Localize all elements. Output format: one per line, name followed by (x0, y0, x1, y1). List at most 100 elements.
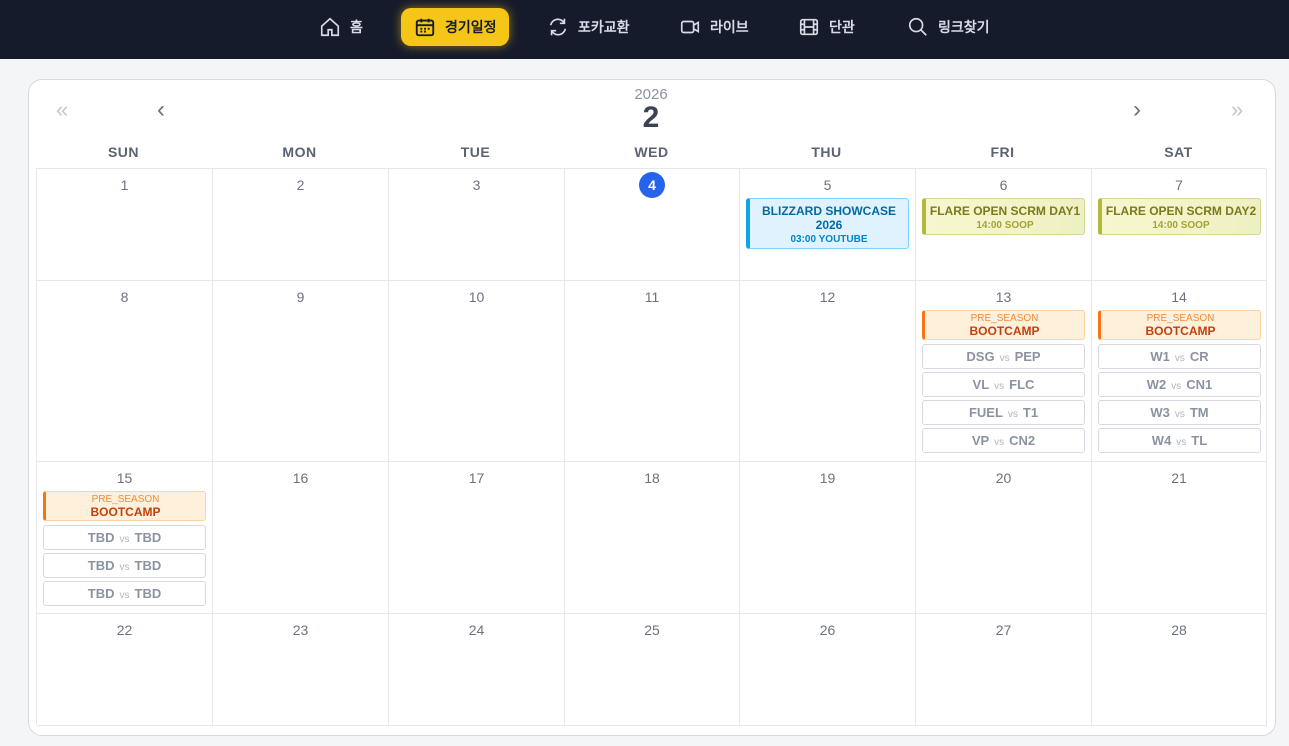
day-number: 28 (1171, 622, 1187, 638)
day-number: 25 (644, 622, 660, 638)
day-number: 12 (819, 289, 836, 305)
day-number: 13 (995, 289, 1012, 305)
event-card-bootcamp[interactable]: PRE_SEASON BOOTCAMP (922, 310, 1085, 340)
nav-home[interactable]: 홈 (318, 8, 363, 46)
calendar-month: 2 (642, 101, 660, 134)
day-cell-27[interactable]: 27 (916, 614, 1092, 726)
day-number: 17 (468, 470, 485, 486)
team-away: CN2 (1009, 433, 1036, 448)
day-cell-1[interactable]: 1 (37, 169, 213, 281)
day-cell-4[interactable]: 4 (565, 169, 740, 281)
day-number: 24 (468, 622, 485, 638)
vs-label: vs (994, 381, 1005, 392)
event-tag: PRE_SEASON (1146, 313, 1215, 324)
match-card[interactable]: VL vs FLC (922, 372, 1085, 397)
day-cell-20[interactable]: 20 (916, 462, 1092, 614)
calendar-grid: 1 2 3 4 5 BLIZZARD SHOWCASE 2026 03:00 YOUTUBE… (36, 168, 1267, 726)
day-cell-3[interactable]: 3 (389, 169, 565, 281)
team-away: TBD (134, 530, 162, 545)
weekday-fri: FRI (990, 144, 1015, 160)
day-cell-18[interactable]: 18 (565, 462, 740, 614)
team-away: CN1 (1186, 377, 1213, 392)
match-card[interactable]: FUEL vs T1 (922, 400, 1085, 425)
nav-schedule[interactable]: 경기일정 (401, 8, 509, 46)
day-cell-5[interactable]: 5 BLIZZARD SHOWCASE 2026 03:00 YOUTUBE (740, 169, 916, 281)
nav-live[interactable]: 라이브 (678, 8, 749, 46)
team-home: TBD (87, 530, 115, 545)
event-card-bootcamp[interactable]: PRE_SEASON BOOTCAMP (43, 491, 206, 521)
search-icon (906, 15, 930, 39)
nav-find-link[interactable]: 링크찾기 (906, 8, 990, 46)
day-cell-22[interactable]: 22 (37, 614, 213, 726)
nav-card-exchange-label: 포카교환 (578, 19, 630, 35)
event-title: BLIZZARD SHOWCASE 2026 (762, 204, 896, 232)
match-card[interactable]: W2 vs CN1 (1098, 372, 1261, 397)
event-card-showcase[interactable]: BLIZZARD SHOWCASE 2026 03:00 YOUTUBE (746, 198, 909, 249)
day-number: 23 (292, 622, 309, 638)
day-cell-10[interactable]: 10 (389, 281, 565, 462)
event-tag: PRE_SEASON (970, 313, 1039, 324)
team-away: FLC (1009, 377, 1035, 392)
day-cell-13[interactable]: 13 PRE_SEASON BOOTCAMP DSG vs PEP VL vs FLC FUEL v… (916, 281, 1092, 462)
match-card[interactable]: TBD vs TBD (43, 553, 206, 578)
day-number: 22 (116, 622, 133, 638)
day-cell-12[interactable]: 12 (740, 281, 916, 462)
team-home: VL (972, 377, 990, 392)
match-card[interactable]: DSG vs PEP (922, 344, 1085, 369)
match-card[interactable]: TBD vs TBD (43, 581, 206, 606)
day-number: 11 (644, 289, 660, 305)
match-card[interactable]: VP vs CN2 (922, 428, 1085, 453)
day-cell-19[interactable]: 19 (740, 462, 916, 614)
team-home: TBD (87, 586, 115, 601)
vs-label: vs (999, 353, 1010, 364)
prev-year-button[interactable]: « (56, 96, 68, 124)
match-card[interactable]: W1 vs CR (1098, 344, 1261, 369)
day-cell-11[interactable]: 11 (565, 281, 740, 462)
day-number: 14 (1171, 289, 1187, 305)
day-cell-24[interactable]: 24 (389, 614, 565, 726)
team-away: CR (1189, 349, 1209, 364)
next-month-button[interactable]: › (1133, 96, 1141, 124)
match-card[interactable]: W3 vs TM (1098, 400, 1261, 425)
exchange-icon (546, 15, 570, 39)
team-home: VP (971, 433, 990, 448)
weekday-sat: SAT (1164, 144, 1193, 160)
day-number: 3 (472, 177, 481, 193)
day-cell-9[interactable]: 9 (213, 281, 389, 462)
day-cell-2[interactable]: 2 (213, 169, 389, 281)
match-card[interactable]: TBD vs TBD (43, 525, 206, 550)
team-away: TM (1189, 405, 1209, 420)
day-cell-23[interactable]: 23 (213, 614, 389, 726)
day-cell-15[interactable]: 15 PRE_SEASON BOOTCAMP TBD vs TBD TBD vs TBD TBD v… (37, 462, 213, 614)
day-cell-17[interactable]: 17 (389, 462, 565, 614)
event-title: BOOTCAMP (969, 324, 1040, 338)
nav-schedule-label: 경기일정 (445, 19, 497, 35)
day-number: 21 (1171, 470, 1187, 486)
day-cell-6[interactable]: 6 FLARE OPEN SCRM DAY1 14:00 SOOP (916, 169, 1092, 281)
day-cell-21[interactable]: 21 (1092, 462, 1267, 614)
nav-card-exchange[interactable]: 포카교환 (546, 8, 630, 46)
day-cell-8[interactable]: 8 (37, 281, 213, 462)
day-cell-28[interactable]: 28 (1092, 614, 1267, 726)
team-away: T1 (1022, 405, 1039, 420)
day-number: 18 (644, 470, 660, 486)
next-year-button[interactable]: » (1231, 96, 1243, 124)
day-number: 20 (995, 470, 1012, 486)
prev-month-button[interactable]: ‹ (157, 96, 165, 124)
event-card-scrim-day2[interactable]: FLARE OPEN SCRM DAY2 14:00 SOOP (1098, 198, 1261, 235)
nav-group-watch[interactable]: 단관 (797, 8, 855, 46)
day-cell-7[interactable]: 7 FLARE OPEN SCRM DAY2 14:00 SOOP (1092, 169, 1267, 281)
vs-label: vs (1174, 409, 1185, 420)
match-card[interactable]: W4 vs TL (1098, 428, 1261, 453)
day-cell-26[interactable]: 26 (740, 614, 916, 726)
event-card-bootcamp[interactable]: PRE_SEASON BOOTCAMP (1098, 310, 1261, 340)
event-title: FLARE OPEN SCRM DAY1 (929, 204, 1081, 218)
vs-label: vs (1176, 437, 1187, 448)
day-cell-16[interactable]: 16 (213, 462, 389, 614)
day-number: 16 (292, 470, 309, 486)
day-number: 15 (116, 470, 133, 486)
day-cell-25[interactable]: 25 (565, 614, 740, 726)
event-card-scrim-day1[interactable]: FLARE OPEN SCRM DAY1 14:00 SOOP (922, 198, 1085, 235)
day-cell-14[interactable]: 14 PRE_SEASON BOOTCAMP W1 vs CR W2 vs CN1 W3 vs TM W… (1092, 281, 1267, 462)
vs-label: vs (119, 534, 130, 545)
